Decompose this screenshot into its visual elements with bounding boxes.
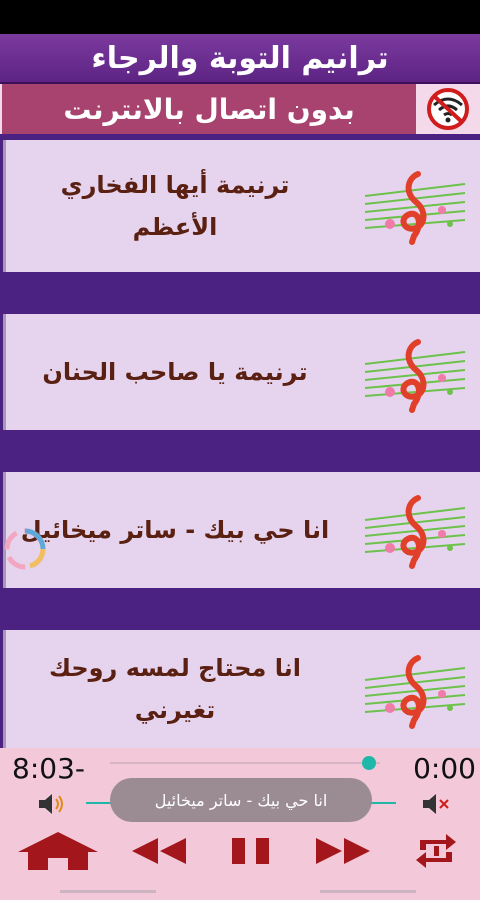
music-note-icon [364, 339, 466, 413]
list-item[interactable]: انا حي بيك - ساتر ميخائيل [3, 472, 480, 588]
nav-bar-indicator [320, 890, 416, 893]
subtitle-bar: بدون اتصال بالانترنت [0, 84, 480, 134]
list-item[interactable]: انا محتاج لمسه روحك تغيرني [3, 630, 480, 748]
volume-mute-icon[interactable] [420, 792, 450, 816]
toast-text: انا حي بيك - ساتر ميخائيل [154, 790, 328, 810]
app-title: ترانيم التوبة والرجاء [91, 40, 389, 76]
music-note-icon [364, 655, 466, 729]
repeat-icon [416, 834, 456, 868]
status-bar [0, 0, 480, 34]
fast-forward-icon [316, 838, 370, 864]
app-title-bar: ترانيم التوبة والرجاء [0, 34, 480, 84]
list-item[interactable]: ترنيمة يا صاحب الحنان [3, 314, 480, 430]
home-button[interactable] [16, 828, 100, 874]
music-note-icon [364, 495, 466, 569]
pause-icon [232, 838, 269, 864]
previous-button[interactable] [128, 828, 188, 874]
player-panel: 8:03- 0:00 انا حي بيك - ساتر ميخائيل [0, 748, 480, 900]
remaining-time: 8:03- [12, 752, 85, 785]
seek-thumb[interactable] [362, 756, 377, 770]
offline-subtitle: بدون اتصال بالانترنت [2, 84, 416, 134]
home-icon [18, 832, 98, 870]
next-button[interactable] [314, 828, 374, 874]
song-title: انا حي بيك - ساتر ميخائيل [20, 516, 330, 544]
list-item[interactable]: ترنيمة أيها الفخاري الأعظم [3, 140, 480, 272]
music-note-icon [364, 171, 466, 245]
song-title: ترنيمة يا صاحب الحنان [42, 358, 308, 386]
elapsed-time: 0:00 [413, 752, 476, 785]
loading-spinner-icon [4, 528, 46, 570]
song-title: انا محتاج لمسه روحك تغيرني [48, 654, 302, 724]
now-playing-toast: انا حي بيك - ساتر ميخائيل [110, 778, 372, 822]
song-title: ترنيمة أيها الفخاري الأعظم [60, 171, 290, 241]
rewind-icon [132, 838, 186, 864]
song-list: ترنيمة أيها الفخاري الأعظم ترنيمة يا صاح… [0, 134, 480, 748]
repeat-button[interactable] [412, 828, 460, 874]
no-wifi-icon [420, 86, 476, 132]
pause-button[interactable] [228, 828, 274, 874]
volume-up-icon[interactable] [36, 792, 66, 816]
seek-bar[interactable] [110, 762, 380, 764]
nav-bar-indicator [60, 890, 156, 893]
subtitle-text: بدون اتصال بالانترنت [63, 92, 355, 126]
